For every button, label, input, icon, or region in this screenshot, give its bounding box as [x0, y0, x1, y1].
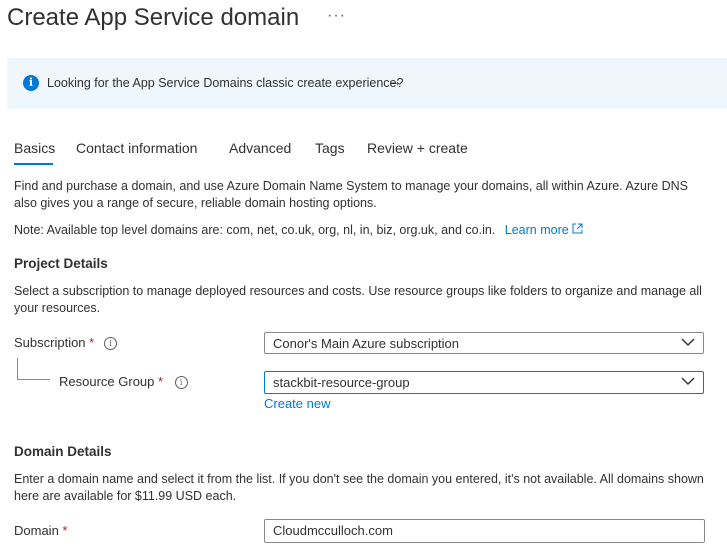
- tab-basics[interactable]: Basics: [14, 140, 55, 156]
- tree-connector-branch: [17, 379, 50, 380]
- domain-field[interactable]: [264, 519, 705, 543]
- domain-label: Domain *: [14, 523, 67, 538]
- learn-more-link[interactable]: Learn more: [505, 223, 583, 237]
- arrow-right-icon[interactable]: →: [388, 73, 402, 89]
- info-icon: i: [23, 75, 39, 91]
- required-marker: *: [62, 523, 68, 538]
- subscription-value: Conor's Main Azure subscription: [273, 336, 460, 351]
- tree-connector: [17, 358, 18, 379]
- tab-tags[interactable]: Tags: [315, 140, 345, 156]
- learn-more-label[interactable]: Learn more: [505, 223, 569, 237]
- tab-advanced[interactable]: Advanced: [229, 140, 291, 156]
- domain-label-text: Domain: [14, 523, 59, 538]
- tab-contact-information[interactable]: Contact information: [76, 140, 197, 156]
- project-details-description: Select a subscription to manage deployed…: [14, 284, 702, 315]
- chevron-down-icon: [681, 338, 695, 346]
- resource-group-value: stackbit-resource-group: [273, 375, 410, 390]
- subscription-label: Subscription * i: [14, 335, 117, 350]
- domain-input[interactable]: [273, 523, 693, 538]
- tld-note-text: Note: Available top level domains are: c…: [14, 223, 496, 237]
- required-marker: *: [158, 374, 164, 389]
- active-tab-indicator: [14, 163, 53, 165]
- intro-description: Find and purchase a domain, and use Azur…: [14, 179, 688, 210]
- classic-experience-banner[interactable]: i Looking for the App Service Domains cl…: [7, 58, 727, 109]
- tld-note: Note: Available top level domains are: c…: [14, 222, 714, 239]
- info-icon[interactable]: i: [103, 337, 117, 350]
- chevron-down-icon: [681, 377, 695, 385]
- domain-details-description: Enter a domain name and select it from t…: [14, 472, 704, 503]
- banner-text[interactable]: Looking for the App Service Domains clas…: [47, 76, 403, 90]
- subscription-select[interactable]: Conor's Main Azure subscription: [264, 332, 704, 354]
- resource-group-label: Resource Group * i: [59, 374, 188, 389]
- project-details-heading: Project Details: [14, 256, 108, 271]
- required-marker: *: [89, 335, 95, 350]
- create-new-link[interactable]: Create new: [264, 396, 330, 411]
- tab-review-create[interactable]: Review + create: [367, 140, 468, 156]
- resource-group-label-text: Resource Group: [59, 374, 155, 389]
- external-link-icon: [572, 223, 583, 234]
- domain-details-heading: Domain Details: [14, 444, 112, 459]
- page-title: Create App Service domain: [7, 4, 300, 31]
- info-icon[interactable]: i: [174, 376, 188, 389]
- more-options-button[interactable]: ···: [327, 7, 346, 25]
- subscription-label-text: Subscription: [14, 335, 86, 350]
- resource-group-select[interactable]: stackbit-resource-group: [264, 371, 704, 394]
